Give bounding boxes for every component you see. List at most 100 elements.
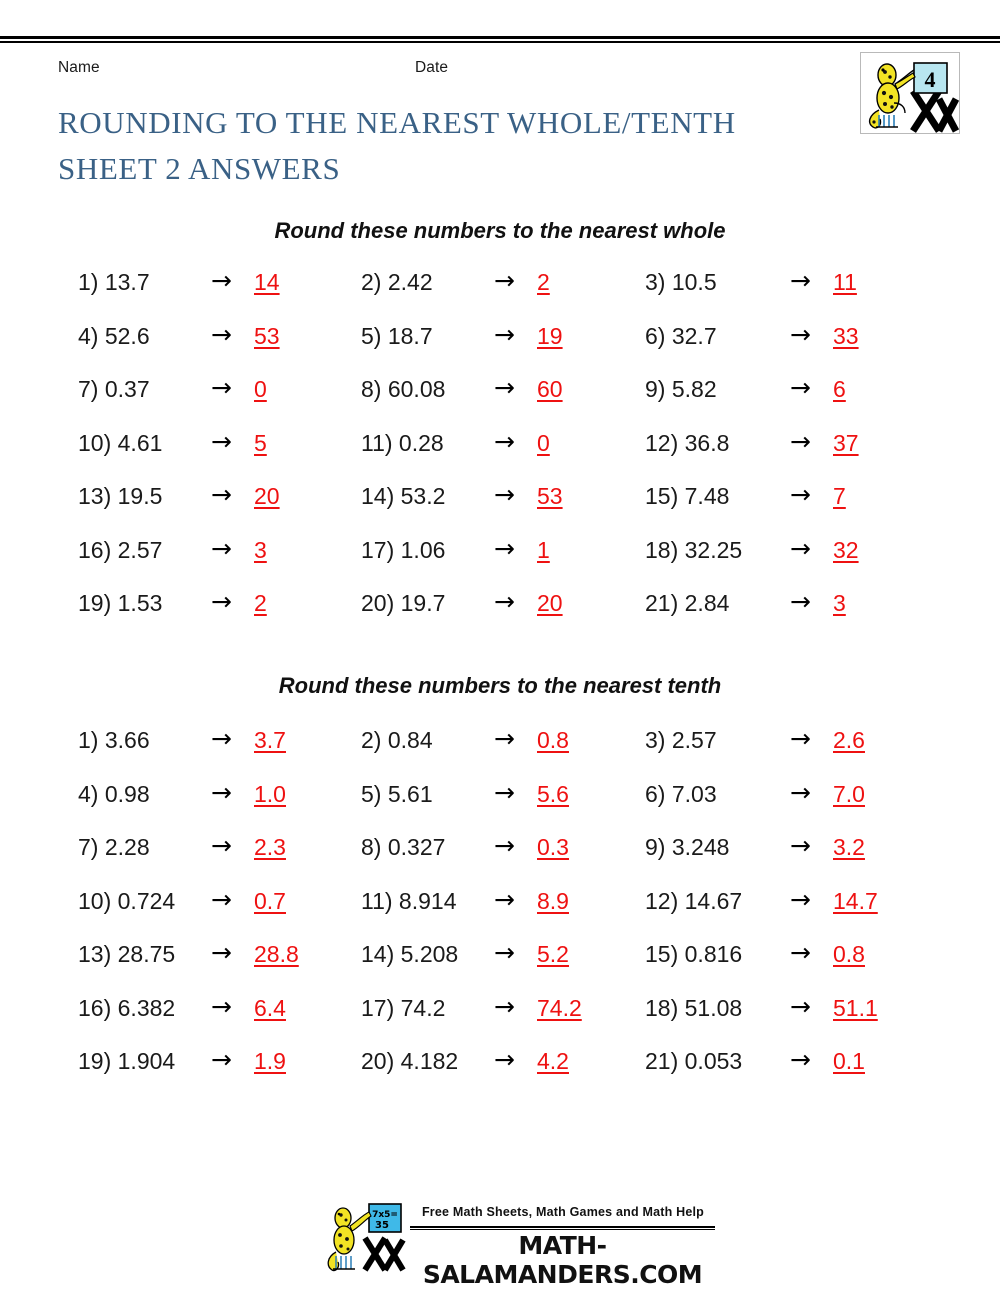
badge-number-text: 4 — [925, 67, 936, 92]
answer-value: 1.0 — [254, 780, 286, 807]
problem-cell: 10) 0.724 → 0.7 — [78, 885, 360, 939]
problem-cell: 9) 5.82 → 6 — [645, 373, 945, 427]
problem-cell: 16) 6.382 → 6.4 — [78, 992, 360, 1046]
arrow-icon: → — [790, 373, 811, 402]
arrow-icon: → — [494, 1045, 515, 1074]
answer-value: 20 — [254, 483, 280, 509]
problem-question: 10) 0.724 — [78, 887, 176, 914]
title-line-2: SHEET 2 ANSWERS — [58, 151, 341, 186]
problem-question: 11) 0.28 — [361, 429, 444, 456]
arrow-icon: → — [790, 533, 811, 563]
footer-divider — [410, 1226, 715, 1230]
problem-question: 21) 2.84 — [645, 590, 730, 616]
problem-question: 6) 7.03 — [645, 780, 717, 807]
problem-cell: 2) 0.84 → 0.8 — [361, 724, 644, 778]
problem-cell: 13) 19.5 → 20 — [78, 480, 360, 534]
top-rule-thick-line — [0, 36, 1000, 39]
arrow-icon: → — [211, 777, 232, 807]
problem-question: 17) 1.06 — [361, 536, 446, 563]
arrow-icon: → — [494, 777, 515, 807]
problem-cell: 4) 52.6 → 53 — [78, 320, 360, 374]
problem-cell: 14) 5.208 → 5.2 — [361, 938, 644, 992]
problem-cell: 3) 2.57 → 2.6 — [645, 724, 945, 778]
answer-value: 51.1 — [833, 994, 878, 1021]
answer-value: 2.6 — [833, 727, 865, 753]
problem-cell: 20) 4.182 → 4.2 — [361, 1045, 644, 1099]
name-date-row: Name Date — [58, 59, 818, 81]
problem-row: 1) 3.66 → 3.7 2) 0.84 → 0.8 3) 2.57 → 2.6 — [0, 724, 1000, 778]
arrow-icon: → — [211, 373, 232, 402]
answer-value: 5.2 — [537, 941, 569, 967]
problem-question: 4) 52.6 — [78, 322, 150, 349]
problem-row: 13) 28.75 → 28.8 14) 5.208 → 5.2 15) 0.816 → 0.8 — [0, 938, 1000, 992]
arrow-icon: → — [494, 480, 515, 509]
problem-question: 8) 60.08 — [361, 376, 446, 402]
arrow-icon: → — [790, 1045, 811, 1074]
worksheet-title: ROUNDING TO THE NEAREST WHOLE/TENTH SHEE… — [58, 100, 838, 192]
answer-value: 5.6 — [537, 780, 569, 807]
salamander-grade-icon: 4 — [868, 62, 959, 133]
answer-value: 2 — [254, 590, 267, 616]
problem-cell: 19) 1.904 → 1.9 — [78, 1045, 360, 1099]
problem-grid-whole: 1) 13.7 → 14 2) 2.42 → 2 3) 10.5 → 11 4) 52.6 → 53 5… — [0, 266, 1000, 641]
problem-question: 5) 5.61 — [361, 780, 433, 807]
arrow-icon: → — [790, 426, 811, 456]
problem-question: 10) 4.61 — [78, 429, 163, 456]
problem-question: 14) 53.2 — [361, 483, 446, 509]
problem-cell: 16) 2.57 → 3 — [78, 534, 360, 588]
arrow-icon: → — [790, 831, 811, 860]
problem-cell: 7) 2.28 → 2.3 — [78, 831, 360, 885]
arrow-icon: → — [211, 319, 232, 349]
problem-cell: 14) 53.2 → 53 — [361, 480, 644, 534]
arrow-icon: → — [790, 991, 811, 1021]
answer-value: 53 — [254, 322, 280, 349]
problem-cell: 2) 2.42 → 2 — [361, 266, 644, 320]
arrow-icon: → — [211, 480, 232, 509]
problem-row: 7) 0.37 → 0 8) 60.08 → 60 9) 5.82 → 6 — [0, 373, 1000, 427]
problem-cell: 17) 1.06 → 1 — [361, 534, 644, 588]
arrow-icon: → — [211, 724, 232, 753]
problem-question: 21) 0.053 — [645, 1048, 743, 1074]
arrow-icon: → — [211, 831, 232, 860]
problem-question: 20) 4.182 — [361, 1048, 459, 1074]
problem-question: 19) 1.904 — [78, 1048, 176, 1074]
problem-row: 4) 52.6 → 53 5) 18.7 → 19 6) 32.7 → 33 — [0, 320, 1000, 374]
arrow-icon: → — [211, 587, 232, 616]
arrow-icon: → — [211, 426, 232, 456]
answer-value: 37 — [833, 429, 859, 456]
footer-divider-line-2 — [410, 1229, 715, 1230]
answer-value: 0.8 — [537, 727, 569, 753]
problem-cell: 9) 3.248 → 3.2 — [645, 831, 945, 885]
problem-cell: 21) 2.84 → 3 — [645, 587, 945, 641]
answer-value: 0.8 — [833, 941, 865, 967]
answer-value: 1.9 — [254, 1048, 286, 1074]
arrow-icon: → — [494, 724, 515, 753]
problem-cell: 3) 10.5 → 11 — [645, 266, 945, 320]
problem-row: 13) 19.5 → 20 14) 53.2 → 53 15) 7.48 → 7 — [0, 480, 1000, 534]
page-top-rule — [0, 36, 1000, 44]
arrow-icon: → — [790, 938, 811, 967]
answer-value: 7.0 — [833, 780, 865, 807]
answer-value: 0 — [537, 429, 550, 456]
problem-row: 19) 1.904 → 1.9 20) 4.182 → 4.2 21) 0.053 → 0.1 — [0, 1045, 1000, 1099]
arrow-icon: → — [494, 533, 515, 563]
problem-cell: 12) 14.67 → 14.7 — [645, 885, 945, 939]
answer-value: 14.7 — [833, 887, 878, 914]
problem-cell: 6) 32.7 → 33 — [645, 320, 945, 374]
arrow-icon: → — [790, 724, 811, 753]
problem-question: 9) 5.82 — [645, 376, 717, 402]
problem-cell: 15) 0.816 → 0.8 — [645, 938, 945, 992]
answer-value: 0.7 — [254, 887, 286, 914]
answer-value: 74.2 — [537, 994, 582, 1021]
arrow-icon: → — [494, 884, 515, 914]
problem-cell: 19) 1.53 → 2 — [78, 587, 360, 641]
answer-value: 8.9 — [537, 887, 569, 914]
problem-row: 16) 6.382 → 6.4 17) 74.2 → 74.2 18) 51.08 → 51.1 — [0, 992, 1000, 1046]
answer-value: 0.1 — [833, 1048, 865, 1074]
problem-cell: 10) 4.61 → 5 — [78, 427, 360, 481]
arrow-icon: → — [494, 938, 515, 967]
section-heading-whole: Round these numbers to the nearest whole — [274, 218, 726, 243]
footer-board-line2: 35 — [375, 1220, 389, 1231]
problem-cell: 12) 36.8 → 37 — [645, 427, 945, 481]
arrow-icon: → — [211, 266, 232, 295]
